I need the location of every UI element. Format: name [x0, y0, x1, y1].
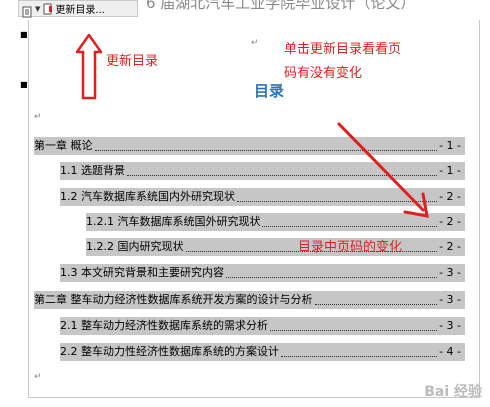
update-toc-label: 更新目录... [55, 5, 105, 16]
section-marker: ■ [20, 30, 28, 39]
paragraph-mark: ↵ [34, 372, 42, 382]
instruction-annotation-line2: 码有没有变化 [284, 66, 363, 81]
update-toc-annotation: 更新目录 [106, 54, 159, 69]
page-change-annotation: 目录中页码的变化 [298, 240, 403, 255]
section-marker: ■ [20, 80, 28, 89]
instruction-annotation-line1: 单击更新目录看看页 [284, 42, 402, 57]
document-page: 6 届湖北汽车工业学院毕业设计（论文） ▼ 更新目录... ■ ■ 更新目录 单… [18, 0, 490, 407]
toc-toolbar: ▼ 更新目录... [18, 0, 138, 17]
update-toc-button[interactable]: 更新目录... [43, 1, 105, 16]
chevron-down-icon[interactable]: ▼ [35, 5, 40, 13]
paragraph-mark: ↵ [276, 82, 284, 92]
toc-entry-2-1[interactable]: 2.1 整车动力经济性数据库系统的需求分析 - 3 - [60, 317, 465, 335]
up-arrow-annotation [76, 34, 102, 100]
toc-entry-1-2-2[interactable]: 1.2.2 国内研究现状 - 2 - [86, 238, 465, 256]
toc-entry-ch2[interactable]: 第二章 整车动力经济性数据库系统开发方案的设计与分析 - 3 - [34, 291, 465, 309]
toc-entry-1-3[interactable]: 1.3 本文研究背景和主要研究内容 - 3 - [60, 264, 465, 282]
document-icon[interactable] [22, 3, 32, 17]
paragraph-mark: ↵ [251, 38, 259, 48]
diagonal-arrow-annotation [337, 122, 429, 218]
toc-entry-2-2[interactable]: 2.2 整车动力性经济性数据库系统的方案设计 - 4 - [60, 343, 465, 361]
update-toc-icon [43, 3, 53, 15]
paragraph-mark: ↵ [34, 112, 42, 122]
watermark: Bai 经验 [424, 384, 482, 400]
document-header-title: 6 届湖北汽车工业学院毕业设计（论文） [146, 0, 416, 12]
